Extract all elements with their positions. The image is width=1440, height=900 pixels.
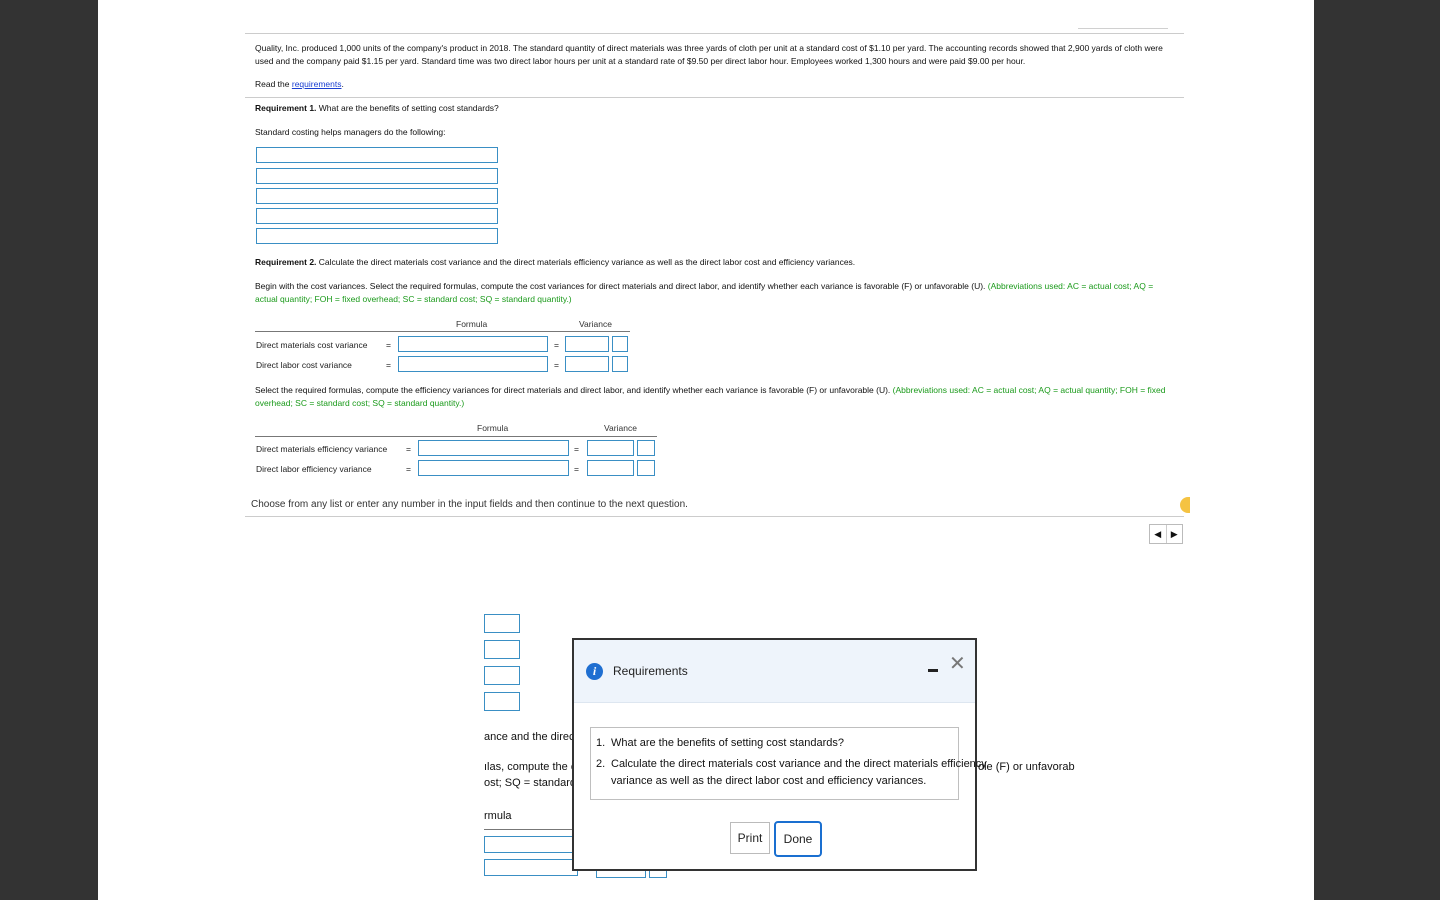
dm-cost-variance-input[interactable] (565, 336, 609, 352)
dm-cost-formula-input[interactable] (398, 336, 548, 352)
dm-eff-variance-input[interactable] (587, 440, 634, 456)
benefit-select-5[interactable] (256, 228, 498, 244)
requirements-list: 1. What are the benefits of setting cost… (590, 727, 987, 800)
print-button[interactable]: Print (730, 822, 770, 854)
background-fragment: ost; SQ = standard c (484, 777, 585, 789)
requirement-1-label: Requirement 1. (255, 103, 317, 113)
requirement-2-label: Requirement 2. (255, 257, 317, 267)
cost-instr-text: Begin with the cost variances. Select th… (255, 281, 986, 291)
ghost-input (484, 836, 578, 853)
item-text-line1: Calculate the direct materials cost vari… (611, 758, 987, 770)
cost-variance-header: Variance (579, 319, 612, 329)
requirement-1-heading: Requirement 1. What are the benefits of … (255, 102, 499, 115)
equals-sign: = (406, 444, 411, 454)
benefit-select-3[interactable] (256, 188, 498, 204)
question-nav: ◀ ▶ (1149, 524, 1183, 544)
dm-eff-formula-input[interactable] (418, 440, 569, 456)
ghost-input (484, 640, 520, 659)
eff-abbrev-line2: overhead; SC = standard cost; SQ = stand… (255, 398, 465, 408)
assignment-page: Quality, Inc. produced 1,000 units of th… (98, 0, 1314, 900)
requirements-link[interactable]: requirements (292, 79, 342, 89)
equals-sign: = (554, 340, 559, 350)
background-fragment: ole (F) or unfavorab (978, 761, 1075, 773)
eff-variance-header: Variance (604, 423, 637, 433)
dialog-header: i Requirements ✕ (574, 640, 975, 703)
dialog-title: Requirements (613, 664, 688, 678)
top-divider (245, 33, 1184, 34)
question-intro-line2: used and the company paid $1.15 per yard… (255, 56, 1026, 66)
dm-cost-fu-select[interactable] (612, 336, 628, 352)
footer-hint: Choose from any list or enter any number… (251, 499, 688, 510)
footer-divider (245, 516, 1184, 517)
top-divider-short (1078, 28, 1168, 29)
dl-cost-variance-input[interactable] (565, 356, 609, 372)
item-number: 1. (596, 737, 606, 749)
dl-eff-formula-input[interactable] (418, 460, 569, 476)
eff-abbrev-line1: (Abbreviations used: AC = actual cost; A… (890, 385, 1166, 395)
done-button[interactable]: Done (774, 821, 822, 857)
section-divider (245, 97, 1184, 98)
row-label: Direct labor cost variance (256, 360, 352, 370)
requirement-1-intro: Standard costing helps managers do the f… (255, 127, 446, 137)
dl-eff-variance-input[interactable] (587, 460, 634, 476)
requirements-dialog: i Requirements ✕ 1. What are the benefit… (572, 638, 987, 871)
list-item: 2. Calculate the direct materials cost v… (596, 756, 987, 787)
info-icon: i (586, 663, 603, 680)
equals-sign: = (406, 464, 411, 474)
equals-sign: = (574, 444, 579, 454)
equals-sign: = (574, 464, 579, 474)
cost-abbrev-line2: actual quantity; FOH = fixed overhead; S… (255, 294, 572, 304)
dl-cost-formula-input[interactable] (398, 356, 548, 372)
requirement-2-heading: Requirement 2. Calculate the direct mate… (255, 256, 855, 269)
item-number: 2. (596, 758, 606, 770)
help-tab-icon[interactable] (1180, 497, 1190, 513)
close-icon[interactable]: ✕ (949, 654, 966, 674)
background-fragment: ance and the direct r (484, 731, 585, 743)
dl-cost-fu-select[interactable] (612, 356, 628, 372)
equals-sign: = (554, 360, 559, 370)
cost-variance-instructions: Begin with the cost variances. Select th… (255, 280, 1153, 293)
cost-abbrev-line1: (Abbreviations used: AC = actual cost; A… (985, 281, 1154, 291)
item-text-line2: variance as well as the direct labor cos… (611, 775, 927, 787)
benefit-select-2[interactable] (256, 168, 498, 184)
requirement-2-text: Calculate the direct materials cost vari… (316, 257, 856, 267)
equals-sign: = (386, 340, 391, 350)
dm-eff-fu-select[interactable] (637, 440, 655, 456)
previous-question-icon[interactable]: ◀ (1150, 525, 1166, 543)
item-text: What are the benefits of setting cost st… (611, 737, 844, 749)
question-intro-line1: Quality, Inc. produced 1,000 units of th… (255, 43, 1163, 53)
read-prefix: Read the (255, 79, 292, 89)
eff-instr-text: Select the required formulas, compute th… (255, 385, 891, 395)
cost-table-header-rule (255, 331, 630, 332)
eff-table-header-rule (255, 436, 657, 437)
background-fragment: rmula (484, 810, 512, 822)
row-label: Direct materials efficiency variance (256, 444, 388, 454)
minimize-icon[interactable] (928, 669, 938, 672)
background-fragment: ılas, compute the co (484, 761, 583, 773)
benefit-select-4[interactable] (256, 208, 498, 224)
ghost-rule (484, 829, 578, 830)
ghost-input (484, 666, 520, 685)
equals-sign: = (386, 360, 391, 370)
list-item: 1. What are the benefits of setting cost… (596, 735, 844, 752)
next-question-icon[interactable]: ▶ (1165, 525, 1183, 543)
ghost-input (484, 692, 520, 711)
row-label: Direct labor efficiency variance (256, 464, 372, 474)
dl-eff-fu-select[interactable] (637, 460, 655, 476)
read-requirements-line: Read the requirements. (255, 78, 344, 91)
ghost-input (484, 614, 520, 633)
read-suffix: . (341, 79, 344, 89)
row-label: Direct materials cost variance (256, 340, 368, 350)
cost-formula-header: Formula (456, 319, 488, 329)
efficiency-variance-instructions: Select the required formulas, compute th… (255, 384, 1166, 397)
eff-formula-header: Formula (477, 423, 509, 433)
benefit-select-1[interactable] (256, 147, 498, 163)
requirement-1-text: What are the benefits of setting cost st… (316, 103, 499, 113)
ghost-input (484, 859, 578, 876)
